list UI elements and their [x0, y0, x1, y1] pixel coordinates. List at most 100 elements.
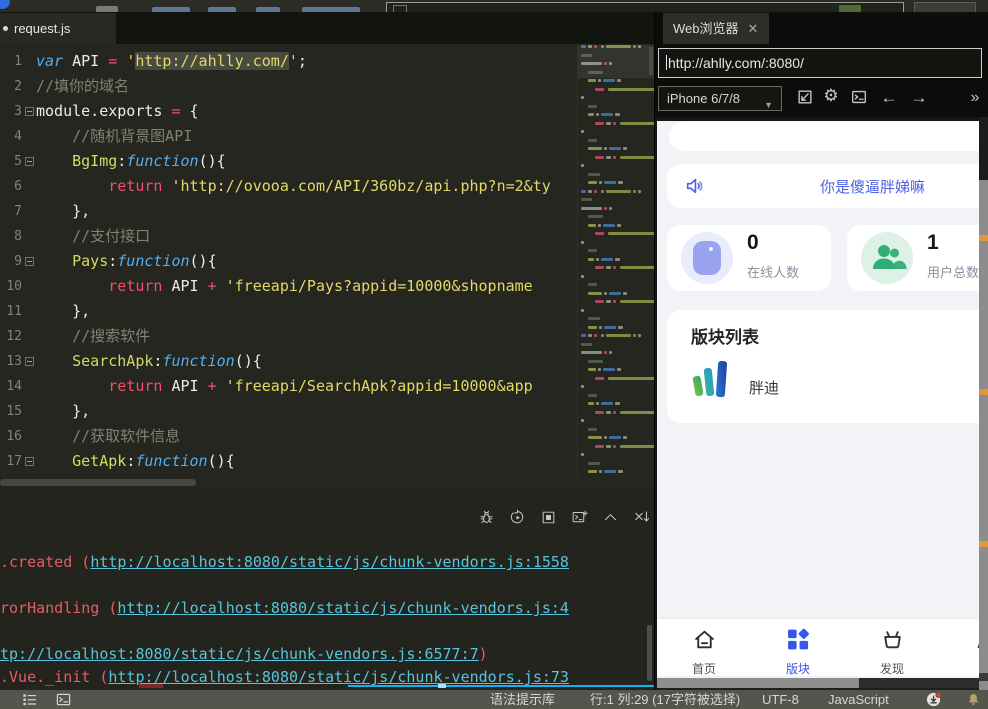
fold-gutter[interactable] [22, 249, 36, 274]
stat-card-users[interactable]: 1用户总数 [847, 225, 979, 291]
new-terminal-icon[interactable] [571, 509, 588, 526]
fold-icon[interactable] [25, 157, 34, 166]
app-tab-首页[interactable]: 首页 [657, 619, 751, 676]
bell-icon[interactable] [966, 692, 981, 709]
code-line[interactable]: 10 return API + 'freeapi/Pays?appid=1000… [0, 274, 577, 299]
line-number: 14 [0, 374, 22, 399]
line-number: 6 [0, 174, 22, 199]
debug-icon[interactable] [478, 509, 495, 526]
debug-console[interactable]: .created (http://localhost:8080/static/j… [0, 487, 654, 690]
board-item-name[interactable]: 胖迪 [749, 377, 779, 398]
fold-icon[interactable] [25, 357, 34, 366]
keyboard-icon[interactable] [96, 6, 118, 13]
code-line[interactable]: 14 return API + 'freeapi/SearchApk?appid… [0, 374, 577, 399]
fold-gutter[interactable] [22, 449, 36, 474]
editor-minimap[interactable] [577, 44, 654, 478]
code-line[interactable]: 11 }, [0, 299, 577, 324]
top-toolbar-clipped [0, 0, 988, 13]
code-line[interactable]: 15 }, [0, 399, 577, 424]
status-bar: 语法提示库 行:1 列:29 (17字符被选择) UTF-8 JavaScrip… [0, 690, 988, 709]
code-line[interactable]: 13 SearchApk:function(){ [0, 349, 577, 374]
clear-icon[interactable] [633, 509, 650, 526]
scrollbar-marker [979, 673, 988, 681]
fold-gutter[interactable] [22, 349, 36, 374]
console-scrollbar[interactable] [647, 625, 652, 681]
code-line[interactable]: 8 //支付接口 [0, 224, 577, 249]
code-line[interactable]: 5 BgImg:function(){ [0, 149, 577, 174]
device-select[interactable]: iPhone 6/7/8 ▼ [658, 86, 782, 111]
tab-web-browser[interactable]: Web浏览器✕ [663, 13, 769, 44]
app-tab-我[interactable]: 我 [939, 619, 979, 676]
code-line[interactable]: 1var API = 'http://ahlly.com/'; [0, 49, 577, 74]
code-line[interactable]: 17 GetApk:function(){ [0, 449, 577, 474]
encoding-status[interactable]: UTF-8 [762, 690, 799, 709]
stacktrace-link[interactable]: http://localhost:8080/static/js/chunk-ve… [108, 668, 569, 686]
minimap-scrollbar[interactable] [649, 47, 653, 75]
scrollbar-thumb[interactable] [979, 180, 988, 690]
editor-horizontal-scrollbar[interactable] [0, 478, 577, 487]
divider-handle-icon[interactable] [438, 684, 446, 688]
quick-search-input[interactable] [386, 2, 904, 13]
line-number: 16 [0, 424, 22, 449]
app-page: 你是傻逼胖娣嘛 0在线人数1用户总数 版块列表 [657, 121, 979, 690]
close-icon[interactable]: ✕ [748, 21, 759, 36]
code-line[interactable]: 12 //搜索软件 [0, 324, 577, 349]
outline-list-icon[interactable] [22, 692, 37, 709]
app-tab-label: 首页 [692, 660, 716, 677]
cursor-position-status[interactable]: 行:1 列:29 (17字符被选择) [590, 690, 740, 709]
code-line[interactable]: 16 //获取软件信息 [0, 424, 577, 449]
code-text: //填你的域名 [36, 74, 129, 99]
update-icon[interactable] [926, 691, 943, 709]
fold-icon[interactable] [25, 107, 34, 116]
code-line[interactable]: 3module.exports = { [0, 99, 577, 124]
url-input[interactable]: http://ahlly.com/:8080/ [658, 48, 982, 78]
app-tab-版块[interactable]: 版块 [751, 619, 845, 676]
preview-vertical-scrollbar[interactable] [979, 117, 988, 690]
console-line: .created (http://localhost:8080/static/j… [0, 553, 569, 571]
fold-gutter [22, 224, 36, 249]
stacktrace-link[interactable]: tp://localhost:8080/static/js/chunk-vend… [0, 645, 479, 663]
app-tab-发现[interactable]: 发现 [845, 619, 939, 676]
fold-gutter [22, 199, 36, 224]
fold-icon[interactable] [25, 457, 34, 466]
url-bar-row: http://ahlly.com/:8080/ [655, 47, 988, 81]
notice-card[interactable]: 你是傻逼胖娣嘛 [667, 164, 979, 208]
terminal-icon[interactable] [56, 692, 71, 709]
arrow-right-icon[interactable]: → [909, 88, 929, 108]
device-label: iPhone 6/7/8 [667, 91, 740, 106]
stat-card-online[interactable]: 0在线人数 [667, 225, 831, 291]
collapse-icon[interactable] [602, 509, 619, 526]
restart-icon[interactable] [509, 509, 526, 526]
scrollbar-thumb[interactable] [0, 479, 196, 486]
app-horizontal-scrollbar[interactable] [657, 678, 979, 688]
code-line[interactable]: 7 }, [0, 199, 577, 224]
scrollbar-thumb[interactable] [657, 678, 859, 688]
console-line: tp://localhost:8080/static/js/chunk-vend… [0, 645, 488, 663]
board-item-logo-icon[interactable] [689, 356, 735, 402]
stat-label: 在线人数 [747, 262, 799, 281]
more-chevrons-icon[interactable]: » [965, 88, 985, 108]
fold-icon[interactable] [25, 257, 34, 266]
code-editor[interactable]: 1var API = 'http://ahlly.com/';2//填你的域名3… [0, 44, 577, 478]
stacktrace-link[interactable]: http://localhost:8080/static/js/chunk-ve… [117, 599, 569, 617]
code-line[interactable]: 6 return 'http://ovooa.com/API/360bz/api… [0, 174, 577, 199]
arrow-left-icon[interactable]: ← [879, 88, 899, 108]
language-status[interactable]: JavaScript [828, 690, 889, 709]
line-number: 9 [0, 249, 22, 274]
stop-icon[interactable] [540, 509, 557, 526]
open-external-icon[interactable] [795, 88, 815, 108]
app-tab-label: 版块 [786, 660, 810, 677]
minimap-viewport[interactable] [578, 45, 654, 78]
syntax-hint-status[interactable]: 语法提示库 [490, 690, 555, 709]
gear-icon[interactable]: ⚙ [821, 86, 841, 106]
code-line[interactable]: 2//填你的域名 [0, 74, 577, 99]
stacktrace-link[interactable]: http://localhost:8080/static/js/chunk-ve… [90, 553, 569, 571]
tab-request-js[interactable]: request.js [0, 13, 116, 44]
fold-gutter[interactable] [22, 149, 36, 174]
code-line[interactable]: 9 Pays:function(){ [0, 249, 577, 274]
run-button[interactable] [914, 2, 976, 13]
terminal-icon[interactable] [849, 88, 869, 108]
code-line[interactable]: 4 //随机背景图API [0, 124, 577, 149]
code-text: BgImg:function(){ [36, 149, 226, 174]
fold-gutter[interactable] [22, 99, 36, 124]
